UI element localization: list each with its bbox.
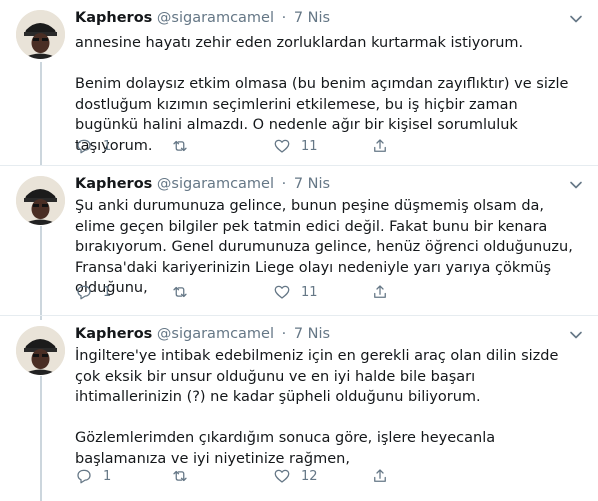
reply-count: 1 [103, 468, 112, 484]
chevron-down-icon[interactable] [568, 11, 584, 27]
share-button[interactable] [371, 283, 389, 301]
tweet-actions: 1 11 [75, 137, 395, 157]
tweet-header: Kapheros @sigaramcamel · 7 Nis [75, 10, 330, 30]
avatar[interactable] [16, 176, 65, 225]
tweet-paragraph: İngiltere'ye intibak edebilmeniz için en… [75, 348, 564, 405]
tweet-date[interactable]: 7 Nis [294, 10, 330, 26]
retweet-button[interactable] [171, 137, 199, 155]
chevron-down-icon[interactable] [568, 327, 584, 343]
tweet-actions: 1 11 [75, 283, 395, 303]
reply-count: 1 [103, 138, 112, 154]
tweet-paragraph: annesine hayatı zehir eden zorluklardan … [75, 35, 524, 51]
avatar[interactable] [16, 326, 65, 375]
header-separator: · [281, 326, 287, 342]
like-count: 11 [301, 284, 318, 300]
share-icon [374, 285, 386, 298]
share-button[interactable] [371, 467, 389, 485]
author-handle[interactable]: @sigaramcamel [157, 10, 274, 26]
author-handle[interactable]: @sigaramcamel [157, 326, 274, 342]
tweet[interactable]: Kapheros @sigaramcamel · 7 Nis İngiltere… [0, 316, 598, 501]
like-button[interactable]: 12 [273, 467, 318, 485]
like-button[interactable]: 11 [273, 283, 318, 301]
tweet-header: Kapheros @sigaramcamel · 7 Nis [75, 326, 330, 346]
reply-icon [77, 469, 91, 484]
heart-icon [274, 139, 290, 153]
reply-icon [77, 139, 91, 154]
retweet-icon [173, 140, 187, 152]
retweet-button[interactable] [171, 283, 199, 301]
header-separator: · [281, 176, 287, 192]
tweet-header: Kapheros @sigaramcamel · 7 Nis [75, 176, 330, 196]
reply-count: 1 [103, 284, 112, 300]
author-name[interactable]: Kapheros [75, 176, 152, 192]
author-name[interactable]: Kapheros [75, 10, 152, 26]
heart-icon [274, 285, 290, 299]
tweet-date[interactable]: 7 Nis [294, 326, 330, 342]
share-icon [374, 139, 386, 152]
like-count: 11 [301, 138, 318, 154]
reply-icon [77, 285, 91, 300]
reply-button[interactable]: 1 [75, 467, 111, 485]
tweet-actions: 1 12 [75, 467, 395, 487]
tweet[interactable]: Kapheros @sigaramcamel · 7 Nis annesine … [0, 0, 598, 166]
heart-icon [274, 469, 290, 483]
tweet-date[interactable]: 7 Nis [294, 176, 330, 192]
tweet[interactable]: Kapheros @sigaramcamel · 7 Nis Şu anki d… [0, 166, 598, 316]
retweet-icon [173, 470, 187, 482]
reply-button[interactable]: 1 [75, 283, 111, 301]
like-count: 12 [301, 468, 318, 484]
header-separator: · [281, 10, 287, 26]
share-button[interactable] [371, 137, 389, 155]
retweet-button[interactable] [171, 467, 199, 485]
retweet-icon [173, 286, 187, 298]
tweet-text: İngiltere'ye intibak edebilmeniz için en… [75, 346, 585, 469]
share-icon [374, 469, 386, 482]
like-button[interactable]: 11 [273, 137, 318, 155]
author-name[interactable]: Kapheros [75, 326, 152, 342]
reply-button[interactable]: 1 [75, 137, 111, 155]
chevron-down-icon[interactable] [568, 177, 584, 193]
tweet-paragraph: Gözlemlerimden çıkardığım sonuca göre, i… [75, 430, 500, 467]
avatar[interactable] [16, 10, 65, 59]
author-handle[interactable]: @sigaramcamel [157, 176, 274, 192]
